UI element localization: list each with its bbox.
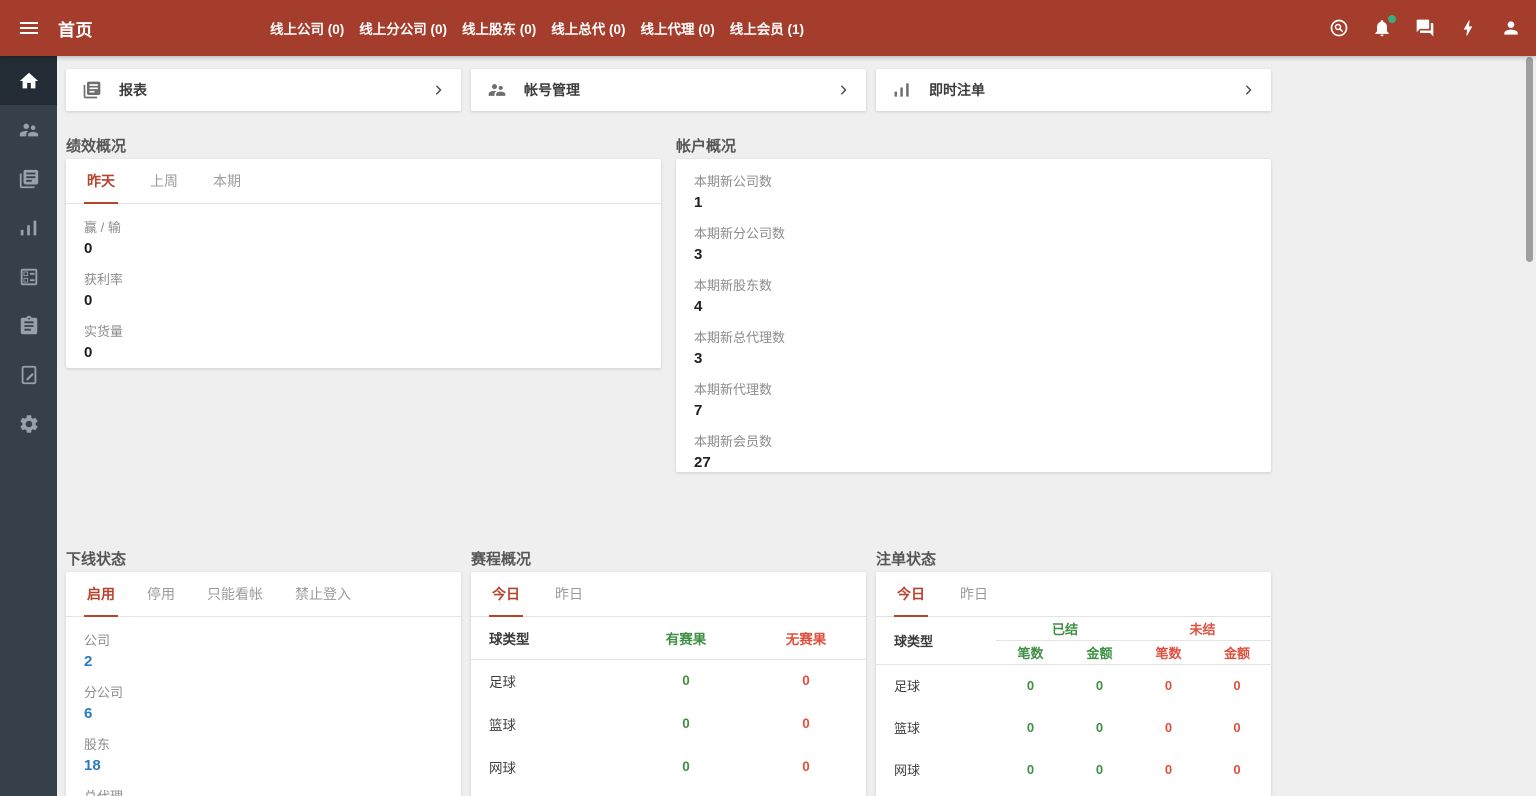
page-title: 首页 (58, 20, 93, 40)
tab-yesterday[interactable]: 昨日 (552, 572, 586, 617)
sidebar-item-statistics[interactable] (0, 203, 57, 252)
quick-card-account-management[interactable]: 帐号管理 (471, 69, 866, 111)
gear-icon (19, 414, 38, 433)
online-counters: 线上公司 (0) 线上分公司 (0) 线上股东 (0) 线上总代 (0) 线上代… (270, 0, 804, 56)
quick-actions-bolt-icon[interactable] (1458, 18, 1478, 38)
stat-companies: 公司 2 (84, 633, 111, 670)
top-bar: 首页 线上公司 (0) 线上分公司 (0) 线上股东 (0) 线上总代 (0) … (0, 0, 1536, 56)
stat-new-agents: 本期新代理数 7 (694, 382, 773, 419)
table-row: 足球 0 0 (489, 673, 810, 690)
performance-tabs: 昨天 上周 本期 (66, 159, 661, 204)
section-title-performance: 绩效概况 (66, 138, 127, 155)
sidebar-item-orders[interactable] (0, 301, 57, 350)
user-profile-icon[interactable] (1501, 18, 1521, 38)
tab-last-week[interactable]: 上周 (147, 159, 181, 204)
stat-new-members: 本期新会员数 27 (694, 434, 773, 471)
home-icon (19, 72, 38, 88)
schedule-tabs: 今日 昨日 (471, 572, 866, 617)
accounts-card: 本期新公司数 1 本期新分公司数 3 本期新股东数 4 本期新总代理数 3 本期… (676, 159, 1271, 472)
table-row: 足球 0 0 0 0 (894, 677, 1241, 694)
stat-shareholders: 股东 18 (84, 737, 111, 774)
quick-card-reports[interactable]: 报表 (66, 69, 461, 111)
section-title-downline: 下线状态 (66, 551, 127, 568)
chevron-right-icon (834, 81, 852, 99)
main-content: 报表 帐号管理 即时注单 绩效概况 帐户概况 昨天 上周 本期 赢 / 输 0 … (57, 56, 1536, 796)
bet-status-table: 球类型 已结 未结 笔数 金额 笔数 金额 足球 0 0 0 0 篮球 0 0 … (876, 617, 1271, 790)
section-title-accounts: 帐户概况 (676, 138, 737, 155)
tab-this-period[interactable]: 本期 (210, 159, 244, 204)
sidebar-item-accounts[interactable] (0, 105, 57, 154)
downline-tabs: 启用 停用 只能看帐 禁止登入 (66, 572, 461, 617)
stat-branches: 分公司 6 (84, 685, 124, 722)
topbar-actions (1329, 0, 1521, 56)
documents-icon (19, 169, 38, 188)
counter-online-company[interactable]: 线上公司 (0) (270, 18, 344, 38)
stat-win-lose: 赢 / 输 0 (84, 220, 121, 257)
tab-enabled[interactable]: 启用 (84, 572, 118, 617)
clipboard-icon (20, 315, 37, 334)
stat-new-branches: 本期新分公司数 3 (694, 226, 786, 263)
tab-login-forbidden[interactable]: 禁止登入 (292, 572, 354, 617)
quick-card-label: 即时注单 (929, 82, 985, 98)
bar-chart-icon (20, 220, 36, 235)
stat-new-master-agents: 本期新总代理数 3 (694, 330, 786, 367)
notifications-bell-icon[interactable] (1372, 15, 1396, 38)
app-window: 首页 线上公司 (0) 线上分公司 (0) 线上股东 (0) 线上总代 (0) … (0, 0, 1536, 796)
sidebar-item-home[interactable] (0, 56, 57, 105)
people-icon (487, 80, 507, 100)
quick-card-label: 报表 (119, 82, 147, 98)
stat-master-agents: 总代理 (84, 788, 443, 796)
bar-chart-icon (892, 80, 912, 100)
tab-view-only[interactable]: 只能看帐 (204, 572, 266, 617)
ballot-list-icon (20, 268, 37, 285)
tab-today[interactable]: 今日 (489, 572, 523, 617)
stat-new-companies: 本期新公司数 1 (694, 174, 773, 211)
sidebar-item-management[interactable] (0, 252, 57, 301)
counter-online-agent[interactable]: 线上代理 (0) (641, 18, 715, 38)
bet-status-card: 今日 昨日 球类型 已结 未结 笔数 金额 笔数 金额 足球 0 0 0 0 篮… (876, 572, 1271, 796)
tab-yesterday[interactable]: 昨天 (84, 159, 118, 204)
performance-card: 昨天 上周 本期 赢 / 输 0 获利率 0 实货量 0 (66, 159, 661, 368)
people-icon (19, 123, 38, 136)
schedule-card: 今日 昨日 球类型 有赛果 无赛果 足球 0 0 篮球 0 0 网球 0 0 (471, 572, 866, 796)
stat-real-volume: 实货量 0 (84, 324, 124, 361)
counter-online-member[interactable]: 线上会员 (1) (730, 18, 804, 38)
messages-icon[interactable] (1415, 18, 1435, 38)
quick-card-live-bets[interactable]: 即时注单 (876, 69, 1271, 111)
tab-today[interactable]: 今日 (894, 572, 928, 617)
bet-status-tabs: 今日 昨日 (876, 572, 1271, 617)
counter-online-branch[interactable]: 线上分公司 (0) (359, 18, 447, 38)
counter-online-shareholder[interactable]: 线上股东 (0) (462, 18, 536, 38)
counter-online-master-agent[interactable]: 线上总代 (0) (551, 18, 625, 38)
stat-new-shareholders: 本期新股东数 4 (694, 278, 773, 315)
tab-disabled[interactable]: 停用 (144, 572, 178, 617)
chevron-right-icon (1239, 81, 1257, 99)
schedule-table: 球类型 有赛果 无赛果 足球 0 0 篮球 0 0 网球 0 0 (471, 617, 866, 788)
menu-hamburger-icon[interactable] (17, 16, 41, 40)
chevron-right-icon (429, 81, 447, 99)
report-icon (82, 80, 102, 100)
stat-profit-rate: 获利率 0 (84, 272, 124, 309)
sidebar-item-reports[interactable] (0, 154, 57, 203)
table-row: 网球 0 0 (489, 759, 810, 776)
vertical-scrollbar[interactable] (1526, 57, 1533, 262)
section-title-schedule: 赛程概况 (471, 551, 532, 568)
sidebar-nav (0, 56, 57, 796)
sidebar-item-settings[interactable] (0, 399, 57, 448)
ledger-edit-icon (21, 365, 36, 384)
quick-card-label: 帐号管理 (524, 82, 580, 98)
tab-yesterday[interactable]: 昨日 (957, 572, 991, 617)
notification-badge-dot (1388, 15, 1396, 23)
downline-card: 启用 停用 只能看帐 禁止登入 公司 2 分公司 6 股东 18 (66, 572, 461, 796)
table-row: 篮球 0 0 (489, 716, 810, 733)
section-title-bet-status: 注单状态 (876, 551, 937, 568)
sidebar-item-ledger[interactable] (0, 350, 57, 399)
table-row: 网球 0 0 0 0 (894, 761, 1241, 778)
search-icon[interactable] (1329, 18, 1349, 38)
table-row: 篮球 0 0 0 0 (894, 719, 1241, 736)
